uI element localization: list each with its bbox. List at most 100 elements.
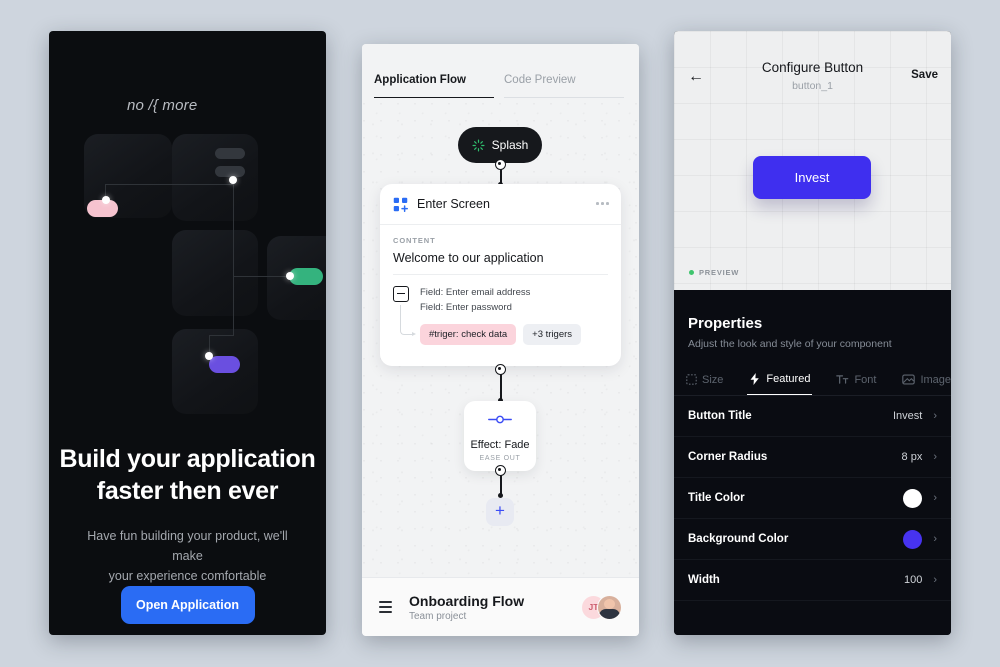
card-body: CONTENT Welcome to our application Field… <box>380 225 621 345</box>
property-key: Corner Radius <box>688 451 768 463</box>
properties-section: Properties Adjust the look and style of … <box>674 290 951 635</box>
slider-node-icon <box>488 415 512 424</box>
avatar-group[interactable]: JT <box>581 594 622 620</box>
preview-badge-label: PREVIEW <box>699 268 740 277</box>
hero-panel: no /{ more Build your application faster… <box>49 31 326 635</box>
lightning-bolt-icon <box>750 373 760 385</box>
application-flow-panel: Application Flow Code Preview Splash Ent… <box>362 44 639 636</box>
field-item-email: Field: Enter email address <box>420 287 531 298</box>
page-subtitle: button_1 <box>792 80 833 92</box>
project-title: Onboarding Flow <box>409 592 525 609</box>
tab-image-label: Image <box>920 373 951 386</box>
fields-block: Field: Enter email address Field: Enter … <box>393 285 608 337</box>
properties-header: Properties Adjust the look and style of … <box>674 290 951 350</box>
page-title: Configure Button <box>761 60 864 75</box>
property-row-button-title[interactable]: Button Title Invest › <box>674 396 951 437</box>
preview-invest-button[interactable]: Invest <box>753 156 871 199</box>
tab-image[interactable]: Image <box>900 370 951 395</box>
properties-title: Properties <box>688 315 763 332</box>
tab-size-label: Size <box>702 373 724 386</box>
avatar-photo[interactable] <box>597 594 622 620</box>
properties-subtitle: Adjust the look and style of your compon… <box>688 338 892 350</box>
field-list: Field: Enter email address Field: Enter … <box>420 285 530 315</box>
tag-trigger-check-data[interactable]: #triger: check data <box>420 324 517 345</box>
preview-status-badge: PREVIEW <box>689 268 739 277</box>
hero-subtitle: Have fun building your product, we'll ma… <box>79 526 296 586</box>
tab-application-flow[interactable]: Application Flow <box>374 74 494 98</box>
art-line-v2 <box>233 180 234 335</box>
hero-subtitle-line-2: your experience comfortable <box>108 569 267 583</box>
grid-plus-icon <box>393 197 408 212</box>
collapse-minus-icon[interactable] <box>393 286 409 302</box>
tag-more-triggers[interactable]: +3 trigers <box>523 324 582 345</box>
background-color-swatch[interactable] <box>903 529 923 549</box>
tab-font[interactable]: Font <box>834 370 878 395</box>
tree-connector <box>400 305 416 337</box>
art-card-2 <box>172 134 258 221</box>
art-line-h1 <box>105 184 233 185</box>
add-node-button[interactable]: + <box>486 498 514 526</box>
content-section-label: CONTENT <box>393 236 436 245</box>
open-application-button[interactable]: Open Application <box>120 586 255 624</box>
art-bar-top <box>215 148 245 159</box>
art-dot-3 <box>286 272 294 280</box>
component-preview-area: ← Configure Button button_1 Save Invest … <box>674 31 951 290</box>
hero-title: Build your application faster then ever <box>49 443 326 507</box>
card-title: Enter Screen <box>417 197 490 211</box>
chevron-right-icon: › <box>933 574 937 586</box>
project-info: Onboarding Flow Team project <box>409 593 524 622</box>
property-row-background-color[interactable]: Background Color › <box>674 519 951 560</box>
configure-button-panel: ← Configure Button button_1 Save Invest … <box>674 31 951 635</box>
hero-title-line-1: Build your application <box>59 445 316 473</box>
art-pill-purple <box>209 356 240 373</box>
art-dot-1 <box>102 196 110 204</box>
art-dot-2 <box>229 176 237 184</box>
property-key: Background Color <box>688 533 789 545</box>
tab-code-preview[interactable]: Code Preview <box>504 74 624 98</box>
list-icon[interactable] <box>379 600 395 614</box>
trigger-tags: #triger: check data +3 trigers <box>420 324 608 345</box>
property-value: 100 <box>903 574 923 586</box>
property-value: Invest <box>892 410 923 422</box>
property-value: 8 px <box>901 451 923 463</box>
screenshot-stage: no /{ more Build your application faster… <box>0 0 1000 667</box>
connector-screen-to-effect <box>500 374 502 401</box>
card-effect-fade[interactable]: Effect: Fade EASE OUT <box>464 401 536 471</box>
save-button[interactable]: Save <box>911 69 938 81</box>
decorative-flow-artwork <box>49 126 326 426</box>
art-bar-bottom <box>215 166 245 177</box>
flow-footer: Onboarding Flow Team project JT <box>362 577 639 636</box>
tab-featured-label: Featured <box>766 373 811 385</box>
node-splash-label: Splash <box>491 138 529 152</box>
property-row-corner-radius[interactable]: Corner Radius 8 px › <box>674 437 951 478</box>
project-subtitle: Team project <box>409 610 467 622</box>
title-color-swatch[interactable] <box>903 488 923 508</box>
properties-tab-bar: Size Featured Font Image <box>674 369 951 396</box>
art-pill-green <box>289 268 323 285</box>
chevron-right-icon: › <box>933 492 937 504</box>
card-header: Enter Screen <box>380 184 621 225</box>
status-dot-icon <box>689 270 694 275</box>
card-enter-screen[interactable]: Enter Screen CONTENT Welcome to our appl… <box>380 184 621 366</box>
content-text: Welcome to our application <box>393 251 608 275</box>
tab-size[interactable]: Size <box>684 370 725 395</box>
card-more-options-icon[interactable] <box>596 202 609 205</box>
art-dot-4 <box>205 352 213 360</box>
tab-featured[interactable]: Featured <box>747 369 813 395</box>
art-line-h3 <box>209 335 234 336</box>
node-splash[interactable]: Splash <box>458 127 542 163</box>
chevron-right-icon: › <box>933 533 937 545</box>
brand-logo: no /{ more <box>127 97 198 114</box>
property-key: Button Title <box>688 410 752 422</box>
tab-font-label: Font <box>854 373 877 386</box>
effect-easing: EASE OUT <box>479 455 521 462</box>
art-line-h2 <box>233 276 289 277</box>
loading-spinner-icon <box>472 138 485 152</box>
image-icon <box>902 374 916 385</box>
text-format-icon <box>836 375 849 384</box>
property-row-width[interactable]: Width 100 › <box>674 560 951 601</box>
art-card-3 <box>172 230 258 316</box>
property-key: Width <box>688 574 720 586</box>
property-row-title-color[interactable]: Title Color › <box>674 478 951 519</box>
hero-title-line-2: faster then ever <box>96 477 279 505</box>
